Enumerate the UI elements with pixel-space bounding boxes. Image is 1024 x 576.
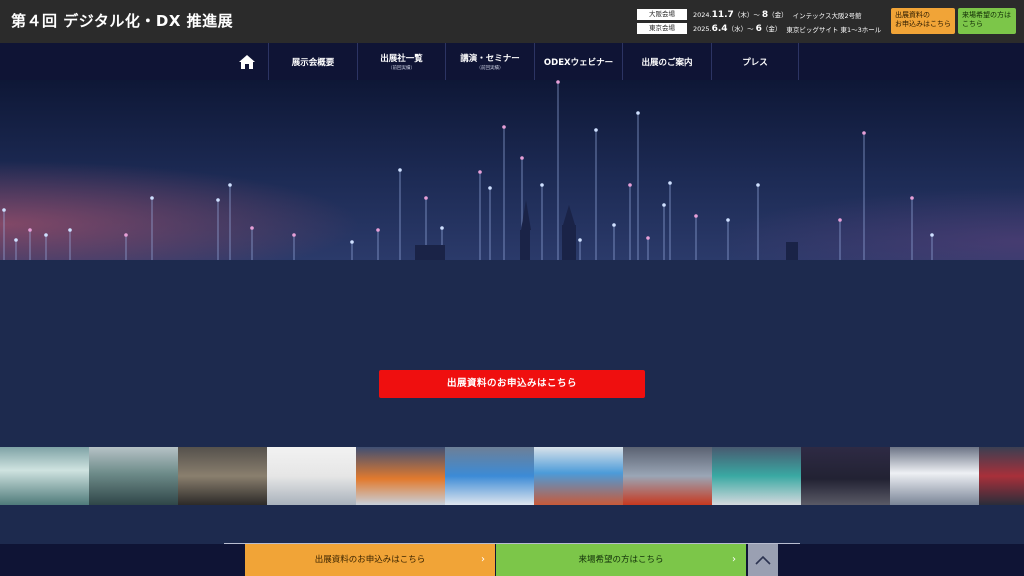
- light-dot: [910, 196, 914, 200]
- bottom-exhibit-label: 出展資料のお申込みはこちら: [314, 555, 426, 565]
- nav-label: 講演・セミナー: [460, 54, 520, 64]
- gallery-photo: [0, 447, 89, 505]
- light-dot: [488, 186, 492, 190]
- light-dot: [668, 181, 672, 185]
- light-dot: [556, 80, 560, 84]
- nav-item-exhibitors[interactable]: 出展社一覧 （前回実績）: [357, 43, 445, 80]
- hero-image: [0, 80, 1024, 260]
- nav-divider: [798, 43, 799, 80]
- light-dot: [862, 131, 866, 135]
- light-dot: [694, 214, 698, 218]
- light-dot: [612, 223, 616, 227]
- venue-osaka: 大阪会場 2024.11.7（木）～ 8（金） インテックス大阪2号館: [637, 9, 862, 20]
- nav-item-exhibit-guide[interactable]: 出展のご案内: [622, 43, 711, 80]
- venue-place: 東京ビッグサイト 東1～3ホール: [786, 25, 882, 34]
- visit-request-button[interactable]: 来場希望の方は こちら: [958, 8, 1016, 34]
- gallery-photo: [979, 447, 1024, 505]
- site-header: 第４回 デジタル化・DX 推進展 大阪会場 2024.11.7（木）～ 8（金）…: [0, 0, 1024, 43]
- light-dot: [216, 198, 220, 202]
- gallery-photo: [89, 447, 178, 505]
- light-dot: [124, 233, 128, 237]
- light-dot: [292, 233, 296, 237]
- light-dot: [250, 226, 254, 230]
- nav-label: ODEXウェビナー: [543, 57, 614, 68]
- gallery-photo: [623, 447, 712, 505]
- light-dot: [662, 203, 666, 207]
- photo-gallery: [0, 447, 1024, 505]
- gallery-photo: [801, 447, 890, 505]
- nav-sublabel: （前回実績）: [476, 66, 504, 71]
- venue-place: インテックス大阪2号館: [792, 11, 862, 20]
- nav-item-overview[interactable]: 展示会概要: [268, 43, 357, 80]
- site-title[interactable]: 第４回 デジタル化・DX 推進展: [11, 10, 233, 31]
- venue-tokyo: 東京会場 2025.6.4（水）～ 6（金） 東京ビッグサイト 東1～3ホール: [637, 23, 881, 34]
- light-dot: [756, 183, 760, 187]
- main-nav: 展示会概要 出展社一覧 （前回実績） 講演・セミナー （前回実績） ODEXウェ…: [0, 43, 1024, 80]
- bottom-visit-label: 来場希望の方はこちら: [578, 555, 664, 565]
- light-dot: [930, 233, 934, 237]
- nav-home[interactable]: [225, 43, 268, 80]
- chevron-up-icon: [755, 555, 771, 565]
- nav-label: プレス: [742, 57, 768, 68]
- light-dot: [838, 218, 842, 222]
- light-dot: [424, 196, 428, 200]
- bottom-exhibit-button[interactable]: 出展資料のお申込みはこちら ›: [245, 544, 495, 576]
- light-dot: [726, 218, 730, 222]
- light-dot: [28, 228, 32, 232]
- light-dot: [520, 156, 524, 160]
- nav-label: 展示会概要: [291, 57, 335, 68]
- light-dot: [578, 238, 582, 242]
- exhibit-request-button[interactable]: 出展資料の お申込みはこちら: [891, 8, 955, 34]
- gallery-photo: [712, 447, 801, 505]
- nav-label: 出展のご案内: [641, 57, 693, 68]
- light-dot: [14, 238, 18, 242]
- light-dot: [594, 128, 598, 132]
- chevron-right-icon: ›: [481, 554, 485, 565]
- venue-date: 2025.6.4（水）～ 6（金）: [693, 24, 782, 34]
- gallery-photo: [178, 447, 267, 505]
- gallery-photo: [534, 447, 623, 505]
- venue-tag: 大阪会場: [637, 9, 687, 20]
- gallery-photo: [356, 447, 445, 505]
- light-dot: [68, 228, 72, 232]
- light-dot: [228, 183, 232, 187]
- light-dot: [646, 236, 650, 240]
- home-icon: [238, 54, 255, 69]
- light-dot: [376, 228, 380, 232]
- gallery-photo: [267, 447, 356, 505]
- gallery-photo: [890, 447, 979, 505]
- light-dot: [44, 233, 48, 237]
- chevron-right-icon: ›: [732, 554, 736, 565]
- back-to-top-button[interactable]: [748, 544, 778, 576]
- light-dot: [628, 183, 632, 187]
- light-dot: [2, 208, 6, 212]
- gallery-photo: [445, 447, 534, 505]
- bottom-visit-button[interactable]: 来場希望の方はこちら ›: [496, 544, 746, 576]
- light-dot: [636, 111, 640, 115]
- nav-item-press[interactable]: プレス: [711, 43, 798, 80]
- light-dot: [398, 168, 402, 172]
- venue-date: 2024.11.7（木）～ 8（金）: [693, 10, 788, 20]
- light-dot: [502, 125, 506, 129]
- venue-tag: 東京会場: [637, 23, 687, 34]
- light-dot: [350, 240, 354, 244]
- nav-sublabel: （前回実績）: [388, 66, 415, 71]
- exhibit-request-main-button[interactable]: 出展資料のお申込みはこちら: [379, 370, 645, 398]
- light-dot: [478, 170, 482, 174]
- nav-item-webinar[interactable]: ODEXウェビナー: [534, 43, 622, 80]
- nav-item-seminars[interactable]: 講演・セミナー （前回実績）: [445, 43, 534, 80]
- light-dot: [440, 226, 444, 230]
- light-dot: [150, 196, 154, 200]
- nav-label: 出展社一覧: [380, 54, 423, 64]
- light-dot: [540, 183, 544, 187]
